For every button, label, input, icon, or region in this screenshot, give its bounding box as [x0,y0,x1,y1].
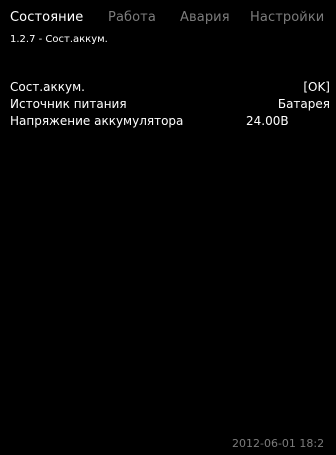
battery-voltage-value: 24.00В [246,114,289,128]
tab-operation[interactable]: Работа [108,10,156,25]
datetime-display: 2012-06-01 18:2 [232,437,325,450]
tab-settings[interactable]: Настройки [250,10,324,25]
power-source-label: Источник питания [10,97,127,111]
power-source-value: Батарея [277,97,330,111]
battery-status-value: [OK] [303,80,330,94]
tab-alarm[interactable]: Авария [180,10,230,25]
parameter-list: Сост.аккум. [OK] Источник питания Батаре… [10,80,330,131]
menu-tabs: Состояние Работа Авария Настройки [10,10,336,30]
battery-status-row[interactable]: Сост.аккум. [OK] [10,80,330,97]
power-source-row[interactable]: Источник питания Батарея [10,97,330,114]
battery-status-label: Сост.аккум. [10,80,85,94]
tab-status[interactable]: Состояние [10,10,83,25]
breadcrumb: 1.2.7 - Сост.аккум. [10,34,108,45]
controller-display: Состояние Работа Авария Настройки 1.2.7 … [0,0,336,455]
battery-voltage-row[interactable]: Напряжение аккумулятора 24.00В [10,114,330,131]
battery-voltage-label: Напряжение аккумулятора [10,114,184,128]
